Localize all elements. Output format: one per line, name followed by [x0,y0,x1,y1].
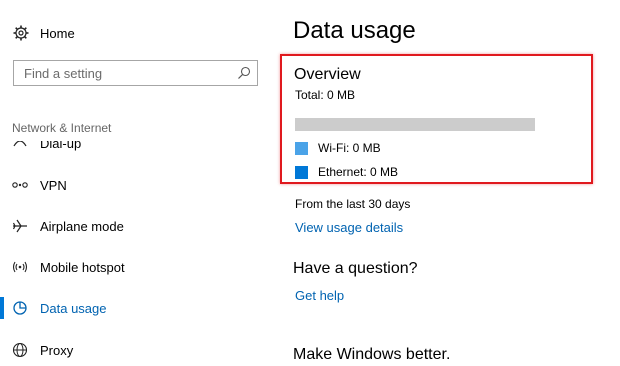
sidebar-item-label: Dial-up [40,141,82,151]
legend-ethernet: Ethernet: 0 MB [295,165,398,179]
overview-title: Overview [294,66,361,83]
sidebar-item-data-usage[interactable]: Data usage [0,293,272,323]
get-help-link[interactable]: Get help [295,288,344,303]
overview-section: Overview Total: 0 MB Wi-Fi: 0 MB Etherne… [280,54,593,184]
home-label: Home [40,25,75,41]
legend-label: Ethernet: 0 MB [318,165,399,179]
view-usage-details-link[interactable]: View usage details [295,220,403,235]
total-usage: Total: 0 MB [295,88,356,102]
wifi-swatch [295,141,308,155]
home-nav-item[interactable]: Home [12,22,75,44]
sidebar-item-airplane-mode[interactable]: Airplane mode [0,211,272,241]
sidebar-item-label: Mobile hotspot [40,259,125,275]
search-input[interactable] [14,61,229,85]
sidebar-item-dial-up[interactable]: Dial-up [0,141,272,153]
gear-icon [12,24,30,42]
dial-up-icon [11,141,29,151]
section-header: Network & Internet [12,121,112,135]
page-title: Data usage [293,17,416,44]
question-heading: Have a question? [293,260,418,277]
period-text: From the last 30 days [295,197,411,211]
legend-wifi: Wi-Fi: 0 MB [295,141,381,155]
usage-bar [295,118,535,131]
sidebar-item-label: Data usage [40,300,107,316]
ethernet-swatch [295,165,308,179]
sidebar-item-label: Proxy [40,342,74,358]
main-content: Data usage Overview Total: 0 MB Wi-Fi: 0… [272,0,620,366]
vpn-icon [11,176,29,194]
make-windows-better-heading: Make Windows better. [293,346,451,363]
search-box[interactable] [13,60,258,86]
sidebar-item-proxy[interactable]: Proxy [0,335,272,365]
sidebar-item-label: VPN [40,177,67,193]
globe-icon [11,341,29,359]
data-usage-icon [11,299,29,317]
hotspot-icon [11,258,29,276]
search-icon[interactable] [237,66,251,80]
active-indicator [0,297,4,319]
sidebar: Home Network & Internet Dial-up VPN [0,0,272,366]
sidebar-item-label: Airplane mode [40,218,124,234]
sidebar-item-mobile-hotspot[interactable]: Mobile hotspot [0,252,272,282]
airplane-icon [11,217,29,235]
legend-label: Wi-Fi: 0 MB [318,141,381,155]
sidebar-item-vpn[interactable]: VPN [0,170,272,200]
